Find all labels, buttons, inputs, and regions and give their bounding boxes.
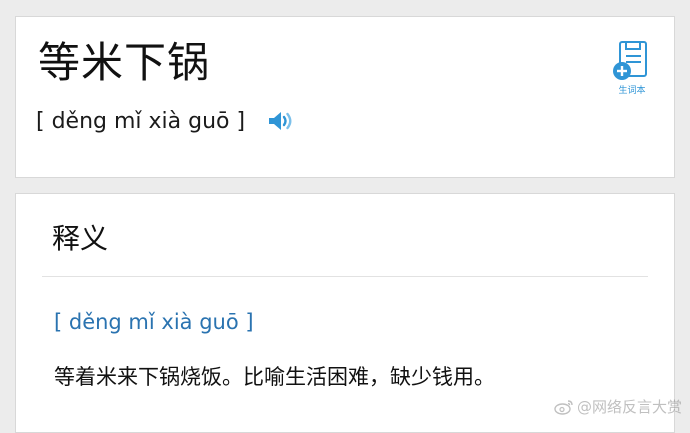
watermark: @网络反言大赏 — [554, 398, 682, 416]
word-title: 等米下锅 — [38, 38, 211, 87]
watermark-text: @网络反言大赏 — [576, 398, 682, 416]
definition-text: 等着米来下锅烧饭。比喻生活困难，缺少钱用。 — [54, 365, 495, 389]
section-divider — [42, 276, 648, 277]
definition-pinyin[interactable]: [ děng mǐ xià guō ] — [54, 307, 254, 337]
word-header-card: 等米下锅 [ děng mǐ xià guō ] 生词本 — [15, 16, 675, 178]
weibo-icon — [554, 400, 573, 415]
vocab-book-label: 生词本 — [618, 86, 646, 96]
pronounce-button[interactable] — [265, 107, 295, 135]
word-pinyin: [ děng mǐ xià guō ] — [36, 108, 246, 134]
notebook-add-icon — [613, 41, 647, 80]
pinyin-row: [ děng mǐ xià guō ] — [36, 103, 295, 139]
definition-section-title: 释义 — [52, 222, 109, 255]
definition-card: 释义 [ děng mǐ xià guō ] 等着米来下锅烧饭。比喻生活困难，缺… — [15, 193, 675, 433]
speaker-icon — [269, 112, 292, 130]
add-to-vocab-button[interactable]: 生词本 — [608, 39, 656, 101]
